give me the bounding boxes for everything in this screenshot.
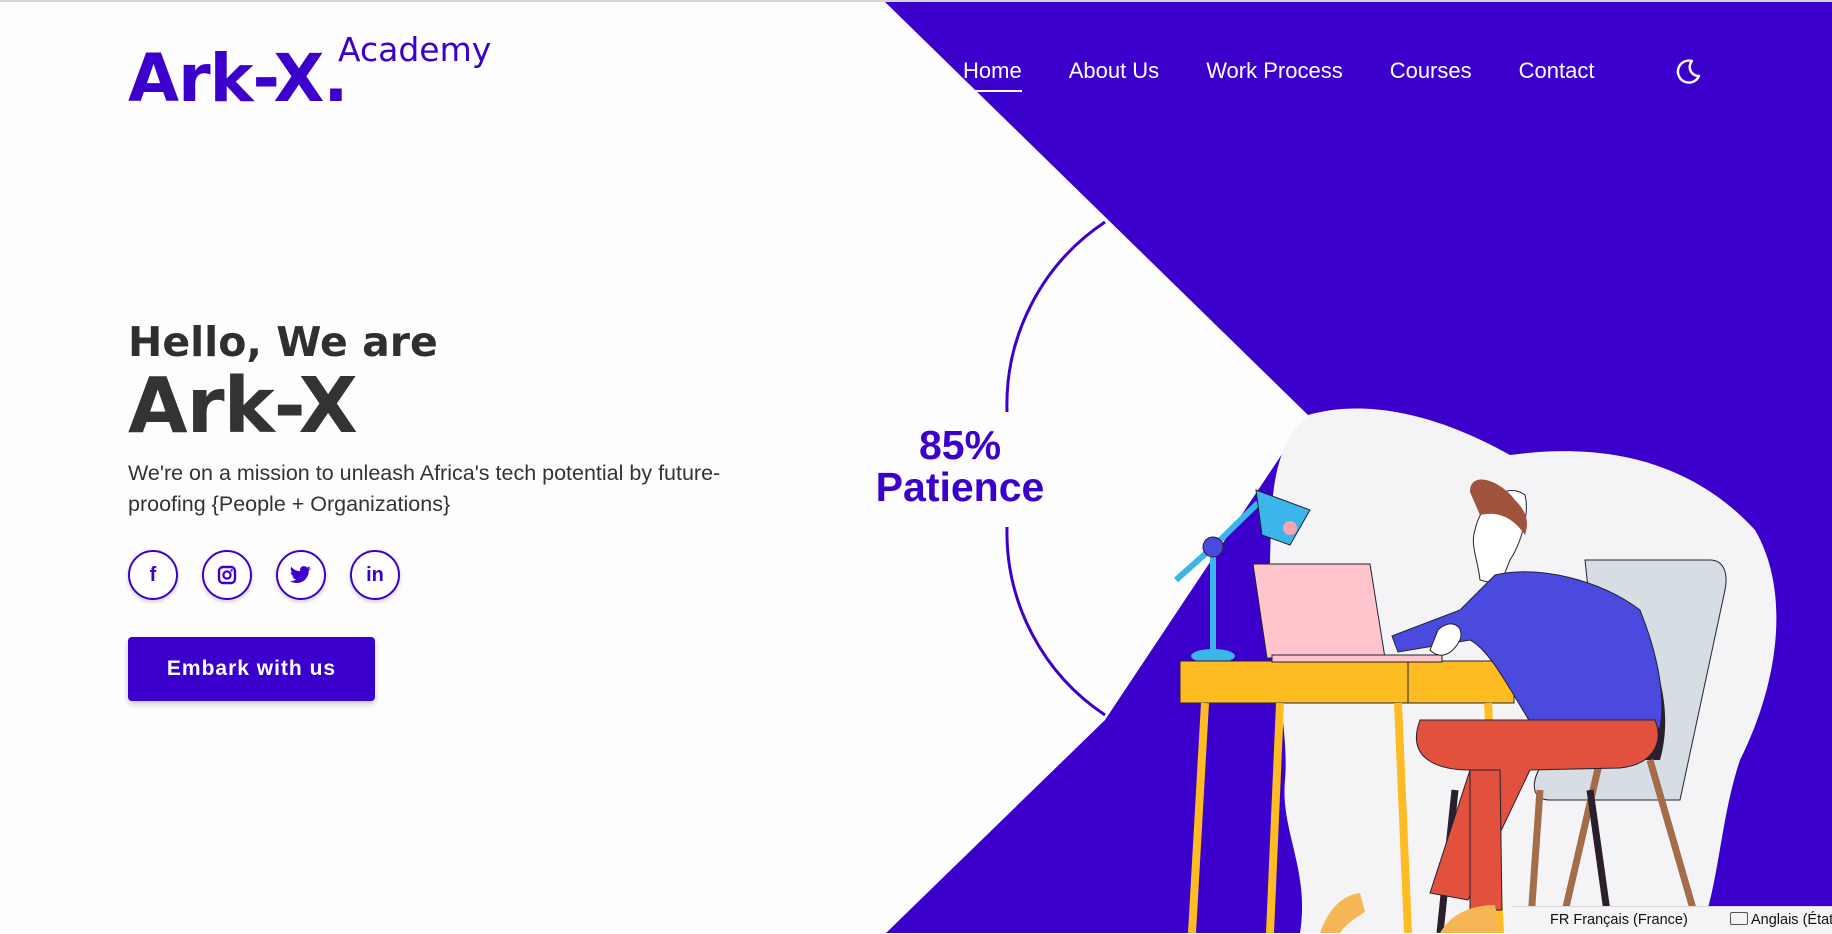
logo-subtitle: Academy	[338, 30, 492, 69]
nav-item-about-us[interactable]: About Us	[1069, 58, 1160, 92]
hero-greeting: Hello, We are	[128, 318, 438, 366]
keyboard-icon	[1730, 912, 1748, 925]
twitter-icon	[290, 566, 311, 583]
os-language-bar: FR Français (France) Anglais (États	[1512, 906, 1832, 934]
language-primary[interactable]: FR Français (France)	[1550, 912, 1688, 928]
theme-toggle-button[interactable]	[1673, 57, 1703, 87]
facebook-link[interactable]: f	[128, 550, 178, 600]
nav-item-contact[interactable]: Contact	[1519, 58, 1595, 92]
language-secondary: Anglais (États	[1751, 912, 1832, 928]
language-secondary-item[interactable]: Anglais (États	[1730, 912, 1832, 928]
instagram-icon	[217, 565, 237, 585]
nav-item-work-process[interactable]: Work Process	[1206, 58, 1343, 92]
stat-value: 85%	[918, 422, 1002, 468]
facebook-icon: f	[149, 563, 157, 586]
hero-description: We're on a mission to unleash Africa's t…	[128, 461, 721, 516]
linkedin-link[interactable]: in	[350, 550, 400, 600]
nav-item-home[interactable]: Home	[963, 58, 1022, 92]
nav-item-courses[interactable]: Courses	[1390, 58, 1472, 92]
logo-title: Ark-X.	[128, 40, 348, 117]
hero-title: Ark-X	[128, 362, 358, 451]
stat-badge: 85% Patience	[860, 424, 1060, 508]
main-navigation: Home About Us Work Process Courses Conta…	[963, 58, 1641, 92]
linkedin-icon: in	[366, 563, 384, 586]
embark-button[interactable]: Embark with us	[128, 637, 375, 701]
moon-icon	[1676, 59, 1701, 84]
social-links: f in	[128, 550, 424, 600]
instagram-link[interactable]	[202, 550, 252, 600]
stat-label: Patience	[875, 464, 1045, 510]
twitter-link[interactable]	[276, 550, 326, 600]
